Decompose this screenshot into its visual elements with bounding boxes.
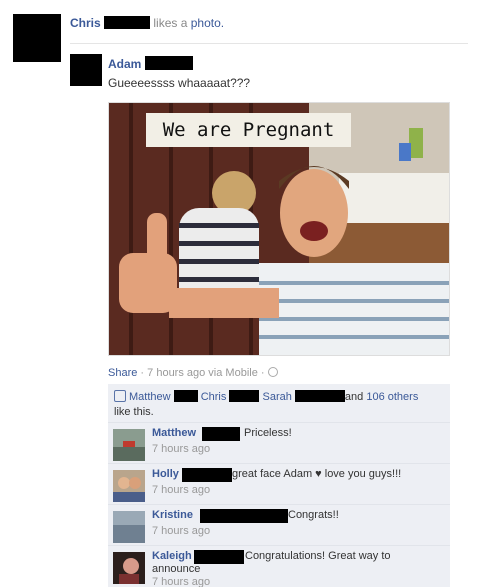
redacted-surname (182, 468, 232, 482)
others-link[interactable]: 106 others (366, 391, 418, 403)
photo-link[interactable]: photo. (191, 16, 224, 30)
redacted-surname (202, 427, 240, 441)
comment-time[interactable]: 7 hours ago (152, 443, 210, 455)
comment-text: Congrats!! (288, 509, 339, 521)
actor-avatar[interactable] (13, 14, 61, 62)
post-photo[interactable]: We are Pregnant (108, 102, 450, 356)
photo-caption: We are Pregnant (162, 119, 335, 141)
redacted-surname (229, 390, 260, 402)
comment-item: Holly great face Adam ♥ love you guys!!!… (108, 464, 450, 504)
actor-name-link[interactable]: Chris (70, 16, 101, 30)
redacted-surname (144, 56, 193, 70)
redacted-surname (173, 390, 198, 402)
post-message: Gueeeessss whaaaaat??? (108, 76, 251, 90)
comments-panel: Matthew Chris Sarah and 106 others like … (108, 384, 450, 587)
comment-item: Kristine Congrats!! 7 hours ago (108, 505, 450, 545)
header-divider (70, 43, 468, 44)
comment-item: Matthew Priceless! 7 hours ago (108, 423, 450, 463)
liker-link[interactable]: Chris (201, 391, 227, 403)
comment-item: Kaleigh Congratulations! Great way to an… (108, 546, 450, 587)
comment-time[interactable]: 7 hours ago (152, 576, 210, 587)
redacted-surname (200, 509, 288, 523)
redacted-surname (294, 390, 345, 402)
story-verb: likes a (153, 16, 188, 30)
commenter-name[interactable]: Holly (152, 468, 179, 480)
globe-icon (267, 367, 278, 377)
commenter-avatar[interactable] (113, 552, 145, 584)
comment-time[interactable]: 7 hours ago (152, 484, 210, 496)
liker-link[interactable]: Sarah (263, 391, 292, 403)
author-name-link[interactable]: Adam (108, 57, 141, 71)
commenter-avatar[interactable] (113, 470, 145, 502)
commenter-avatar[interactable] (113, 429, 145, 461)
commenter-name[interactable]: Kristine (152, 509, 193, 521)
post-author-row: Adam (108, 56, 193, 71)
redacted-surname (104, 16, 151, 29)
comment-text: great face Adam ♥ love you guys!!! (232, 468, 402, 480)
commenter-name[interactable]: Kaleigh (152, 550, 192, 562)
post-timestamp[interactable]: 7 hours ago via Mobile (147, 367, 258, 379)
redacted-surname (194, 550, 244, 564)
commenter-name[interactable]: Matthew (152, 427, 196, 439)
comment-text-continued: announce (152, 563, 201, 575)
comment-time[interactable]: 7 hours ago (152, 525, 210, 537)
post-meta: Share · 7 hours ago via Mobile · (108, 367, 278, 379)
story-line: Chris likes a photo. (70, 16, 224, 30)
share-link[interactable]: Share (108, 367, 137, 379)
comment-text: Congratulations! Great way to (245, 550, 391, 562)
likes-summary: Matthew Chris Sarah and 106 others like … (114, 390, 419, 418)
comment-text: Priceless! (244, 427, 292, 439)
thumbs-up-icon (114, 390, 126, 402)
liker-link[interactable]: Matthew (129, 391, 171, 403)
commenter-avatar[interactable] (113, 511, 145, 543)
author-avatar[interactable] (70, 54, 102, 86)
